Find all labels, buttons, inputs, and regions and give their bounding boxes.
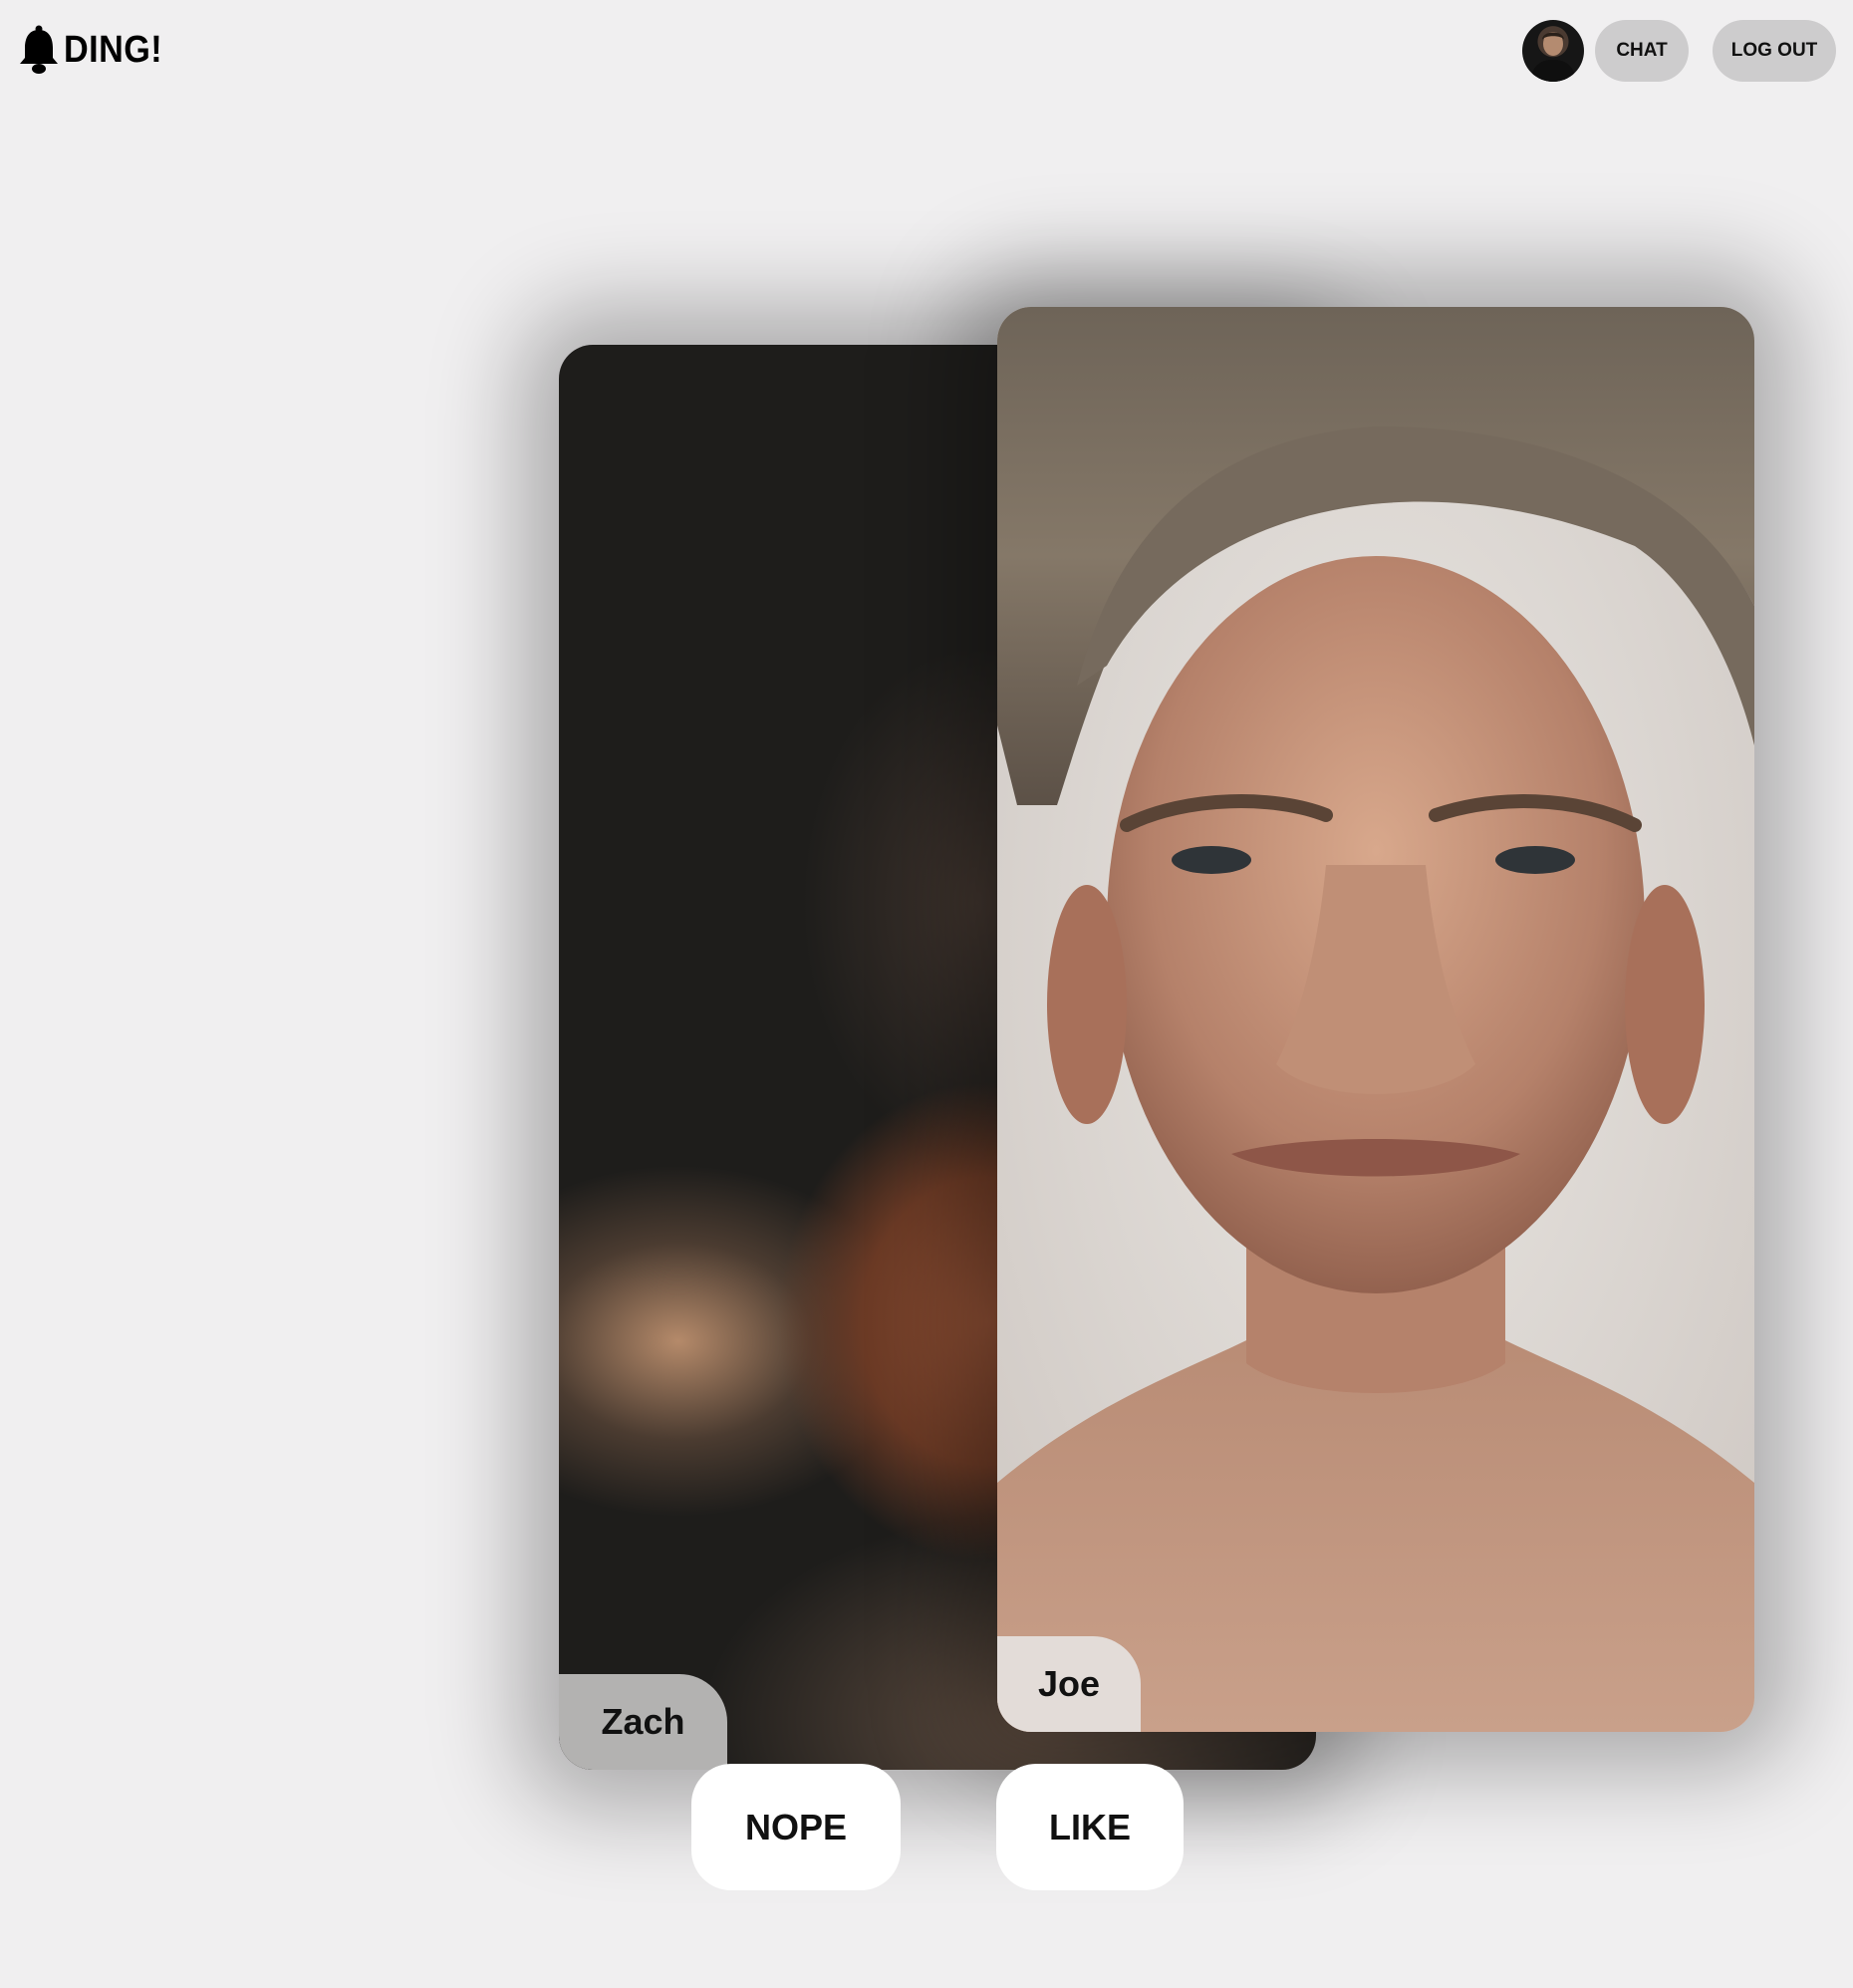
avatar[interactable] xyxy=(1522,20,1584,82)
nope-button[interactable]: NOPE xyxy=(691,1764,901,1890)
app: DING! CHAT LOG OUT Zach Joe NOPE LIKE xyxy=(0,0,1853,1988)
logo-text: DING! xyxy=(64,28,163,71)
logo[interactable]: DING! xyxy=(18,24,173,76)
chat-button[interactable]: CHAT xyxy=(1595,20,1689,82)
profile-name-tag: Zach xyxy=(559,1674,727,1770)
bell-icon xyxy=(18,24,60,76)
profile-name-tag: Joe xyxy=(997,1636,1141,1732)
like-button[interactable]: LIKE xyxy=(996,1764,1184,1890)
logout-button[interactable]: LOG OUT xyxy=(1713,20,1836,82)
profile-card-joe[interactable]: Joe xyxy=(997,307,1754,1732)
portrait-photo xyxy=(997,307,1754,1732)
